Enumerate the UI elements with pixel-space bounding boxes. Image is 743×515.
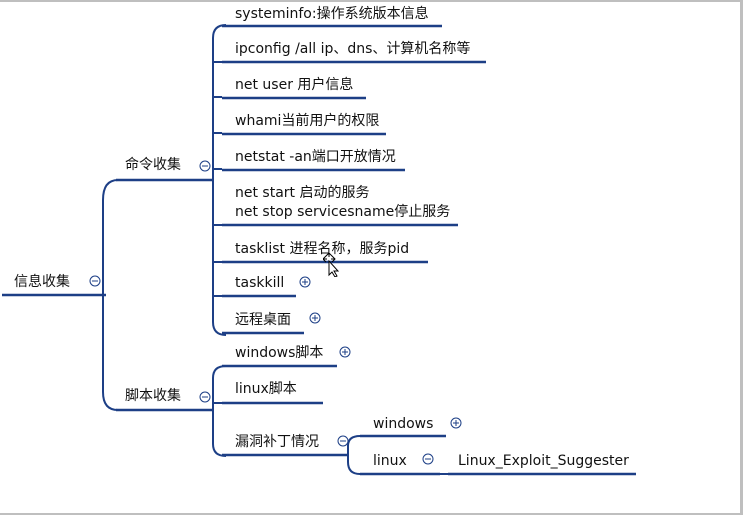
node-patch-linux[interactable]: linux [373, 453, 407, 469]
connector-branch2-trunk-up [212, 365, 227, 401]
node-patch-windows[interactable]: windows [373, 416, 433, 432]
minus-circle-icon[interactable] [199, 160, 211, 172]
node-net-user[interactable]: net user 用户信息 [235, 76, 353, 93]
node-exploit-suggester[interactable]: Linux_Exploit_Suggester [458, 453, 629, 469]
connector-root-branch2 [102, 281, 119, 411]
node-net-start[interactable]: net start 启动的服务 [235, 185, 369, 201]
minus-circle-icon[interactable] [199, 391, 211, 403]
connector-patch-down [347, 445, 361, 475]
plus-circle-icon[interactable] [450, 417, 462, 429]
node-linux-script[interactable]: linux脚本 [235, 381, 297, 397]
node-vuln-patch[interactable]: 漏洞补丁情况 [235, 434, 319, 450]
connector-root-branch1 [102, 179, 119, 281]
branch-script-label[interactable]: 脚本收集 [125, 387, 181, 404]
node-whami[interactable]: whami当前用户的权限 [235, 112, 379, 129]
node-netstat[interactable]: netstat -an端口开放情况 [235, 149, 396, 165]
connector-patch-up [347, 435, 361, 448]
connector-branch1-trunk-down [212, 170, 227, 336]
mind-map-canvas: 信息收集 命令收集 脚本收集 systeminfo:操作系统版本信息 ipcon… [2, 5, 636, 476]
node-net-stop[interactable]: net stop servicesname停止服务 [235, 203, 450, 220]
plus-circle-icon[interactable] [339, 346, 351, 358]
node-ipconfig[interactable]: ipconfig /all ip、dns、计算机名称等 [235, 40, 470, 57]
root-label[interactable]: 信息收集 [14, 273, 70, 290]
minus-circle-icon[interactable] [89, 275, 101, 287]
plus-circle-icon[interactable] [299, 276, 311, 288]
connector-branch2-trunk-down [212, 401, 227, 457]
move-cursor-icon [323, 253, 340, 277]
node-systeminfo[interactable]: systeminfo:操作系统版本信息 [235, 5, 429, 22]
minus-circle-icon[interactable] [422, 453, 434, 465]
branch-command-label[interactable]: 命令收集 [125, 156, 181, 173]
node-labels: 信息收集 命令收集 脚本收集 systeminfo:操作系统版本信息 ipcon… [14, 5, 629, 469]
node-windows-script[interactable]: windows脚本 [235, 345, 323, 361]
plus-circle-icon[interactable] [309, 312, 321, 324]
node-taskkill[interactable]: taskkill [235, 275, 284, 291]
node-remote-desktop[interactable]: 远程桌面 [235, 312, 291, 328]
minus-circle-icon[interactable] [337, 435, 349, 447]
